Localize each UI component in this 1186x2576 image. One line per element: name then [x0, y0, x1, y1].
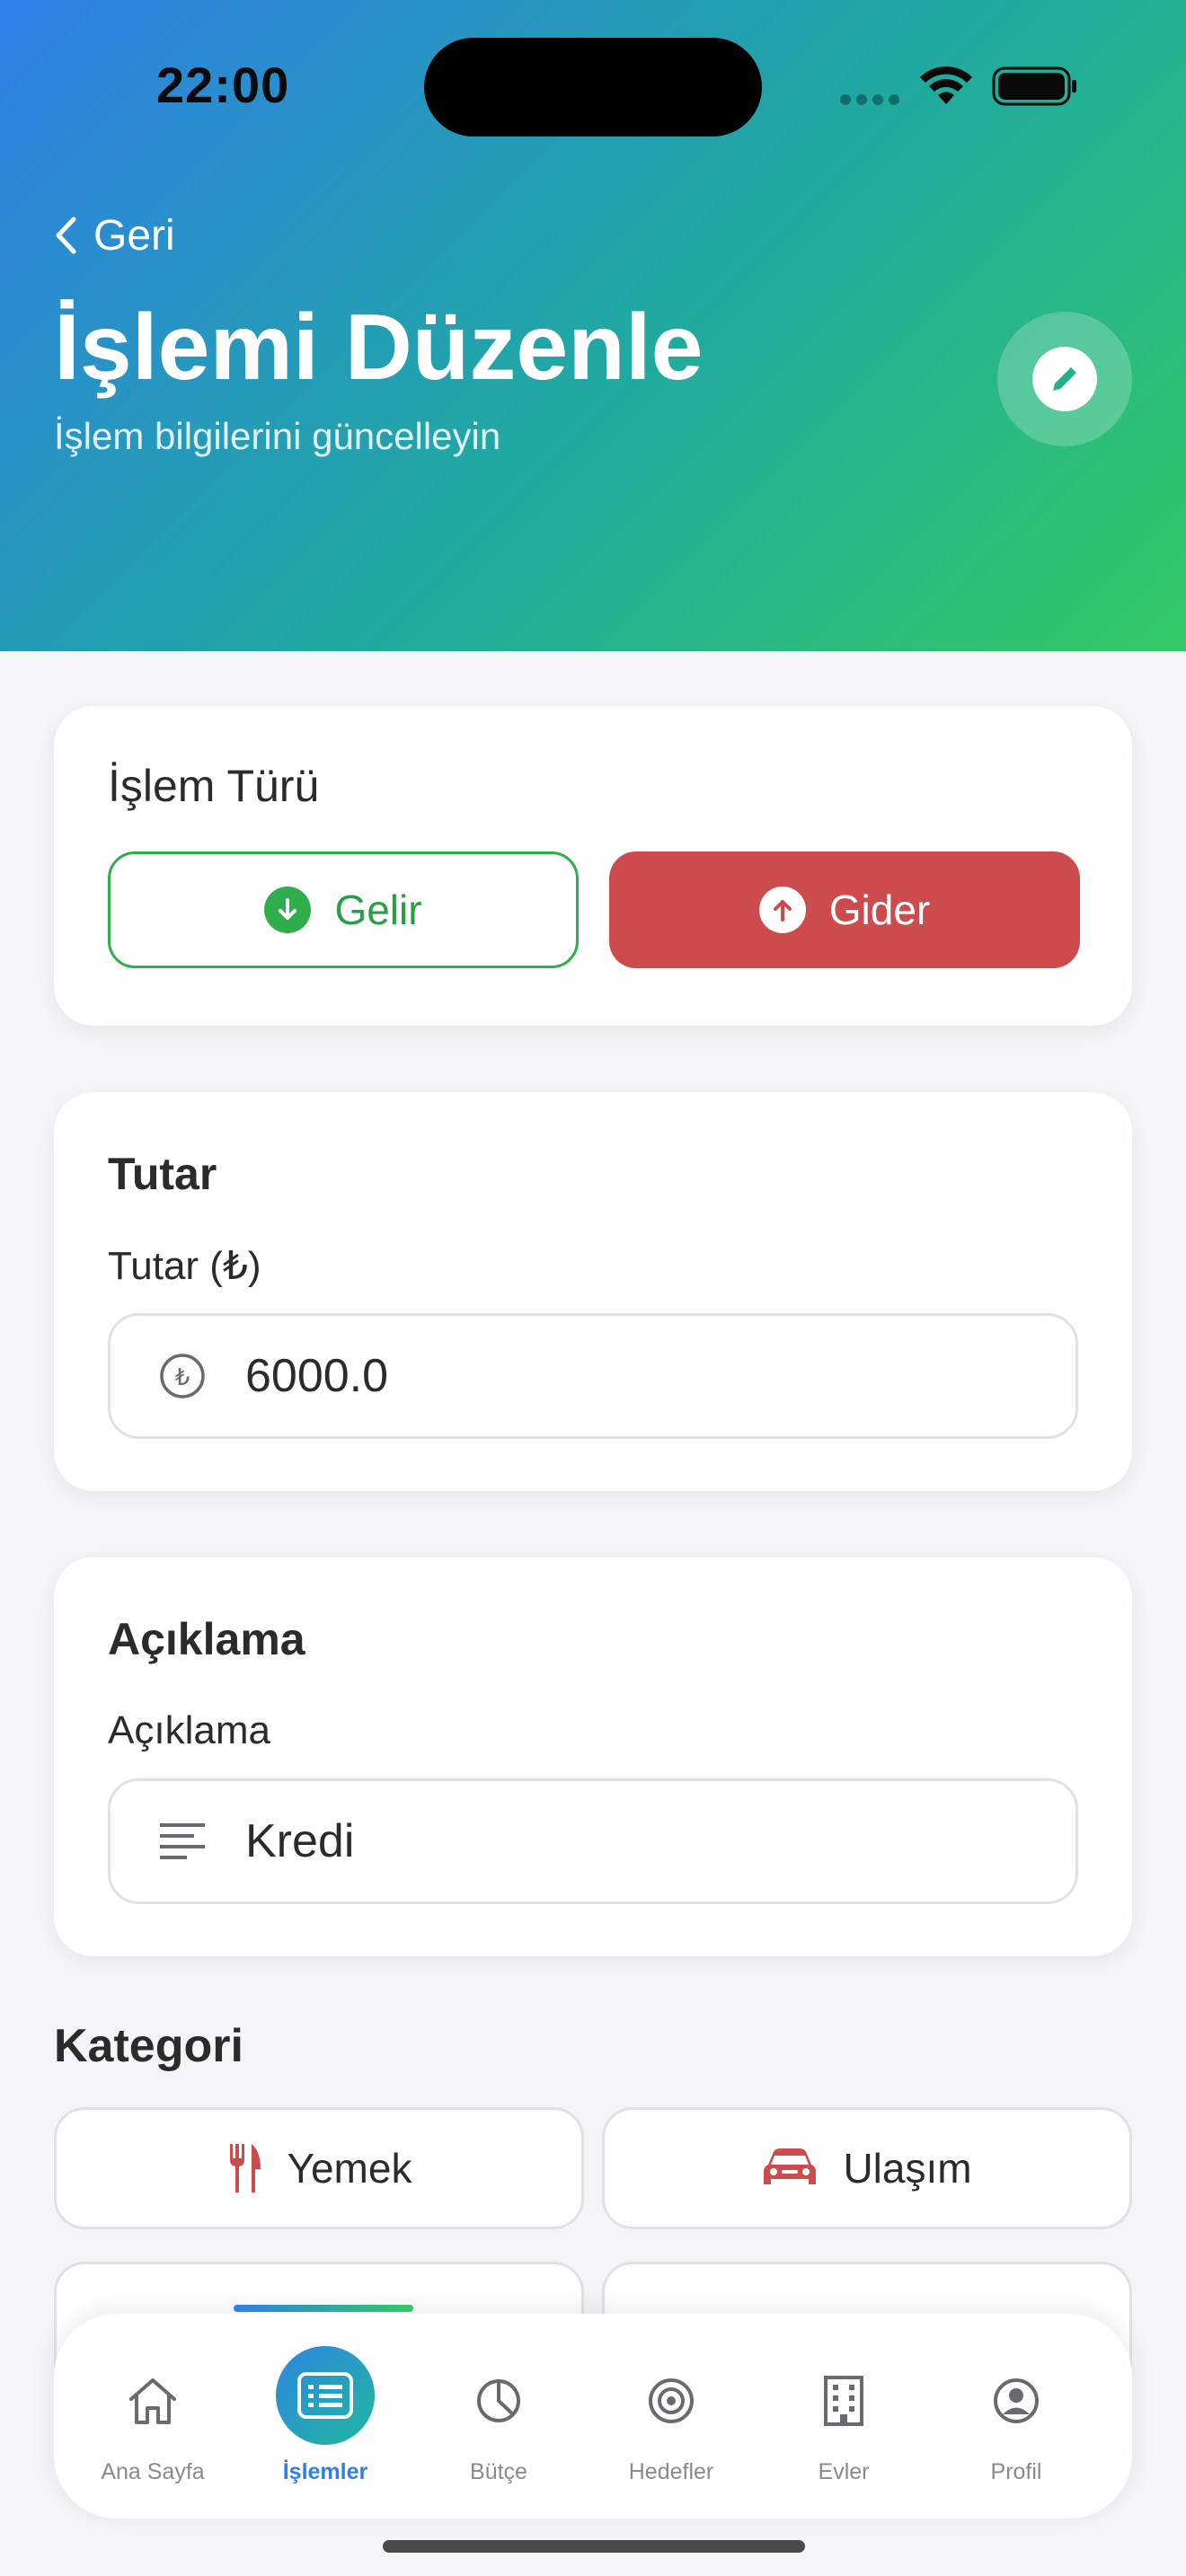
tab-bar: Ana Sayfa İşlemler Bütçe Hedefler Evler …: [54, 2305, 1132, 2519]
lira-circle-icon: ₺: [155, 1349, 209, 1403]
building-icon: [794, 2351, 893, 2450]
text-lines-icon: [155, 1814, 209, 1868]
profile-icon: [967, 2351, 1066, 2450]
description-value: Kredi: [245, 1815, 355, 1867]
tab-budget[interactable]: Bütçe: [413, 2314, 584, 2519]
description-card: Açıklama Açıklama Kredi: [54, 1557, 1132, 1956]
tab-label: Evler: [818, 2459, 870, 2484]
expense-button[interactable]: Gider: [609, 851, 1080, 968]
tab-label: Ana Sayfa: [101, 2459, 205, 2484]
tab-label: Hedefler: [628, 2459, 714, 2484]
list-icon: [276, 2346, 375, 2445]
category-yemek-button[interactable]: Yemek: [54, 2107, 584, 2229]
cellular-signal-icon: [840, 93, 905, 110]
dynamic-island: [424, 38, 762, 137]
transaction-type-title: İşlem Türü: [108, 761, 320, 811]
amount-title: Tutar: [108, 1149, 217, 1199]
transaction-type-card: İşlem Türü Gelir Gider: [54, 706, 1132, 1026]
tab-label: Bütçe: [470, 2459, 527, 2484]
wifi-icon: [920, 66, 972, 104]
active-tab-indicator: [234, 2305, 413, 2312]
category-ulasim-button[interactable]: Ulaşım: [602, 2107, 1132, 2229]
header: 22:00 Geri İşlemi Düzenle İşlem bilgiler…: [0, 0, 1186, 651]
page-subtitle: İşlem bilgilerini güncelleyin: [54, 415, 501, 457]
amount-label: Tutar (₺): [108, 1244, 261, 1288]
car-icon: [764, 2148, 817, 2184]
tab-goals[interactable]: Hedefler: [586, 2314, 757, 2519]
income-button[interactable]: Gelir: [108, 851, 579, 968]
category-label: Yemek: [287, 2145, 412, 2192]
amount-value: 6000.0: [245, 1350, 389, 1402]
status-time: 22:00: [156, 57, 290, 113]
arrow-down-circle-icon: [264, 887, 312, 933]
battery-icon: [992, 66, 1076, 106]
pie-chart-icon: [449, 2351, 548, 2450]
fork-knife-icon: [229, 2144, 261, 2192]
description-input[interactable]: Kredi: [108, 1778, 1078, 1904]
category-label: Ulaşım: [843, 2145, 972, 2192]
tab-transactions[interactable]: İşlemler: [240, 2314, 411, 2519]
chevron-left-icon: [56, 216, 76, 254]
home-icon: [103, 2351, 202, 2450]
edit-badge: [997, 312, 1132, 446]
target-icon: [622, 2351, 721, 2450]
home-indicator: [383, 2540, 805, 2553]
back-label: Geri: [93, 211, 175, 260]
description-title: Açıklama: [108, 1614, 305, 1664]
tab-label: İşlemler: [282, 2459, 368, 2484]
tab-profile[interactable]: Profil: [931, 2314, 1102, 2519]
amount-card: Tutar Tutar (₺) ₺ 6000.0: [54, 1092, 1132, 1491]
arrow-up-circle-icon: [758, 887, 806, 933]
back-button[interactable]: Geri: [54, 208, 175, 262]
expense-label: Gider: [828, 887, 931, 933]
page-title: İşlemi Düzenle: [54, 296, 704, 400]
tab-home[interactable]: Ana Sayfa: [67, 2314, 238, 2519]
tab-label: Profil: [990, 2459, 1042, 2484]
tab-homes[interactable]: Evler: [758, 2314, 929, 2519]
income-label: Gelir: [334, 887, 422, 933]
category-title: Kategori: [54, 2020, 243, 2072]
description-label: Açıklama: [108, 1708, 270, 1752]
amount-input[interactable]: ₺ 6000.0: [108, 1313, 1078, 1439]
pencil-icon: [1053, 367, 1076, 391]
svg-text:₺: ₺: [175, 1364, 190, 1391]
